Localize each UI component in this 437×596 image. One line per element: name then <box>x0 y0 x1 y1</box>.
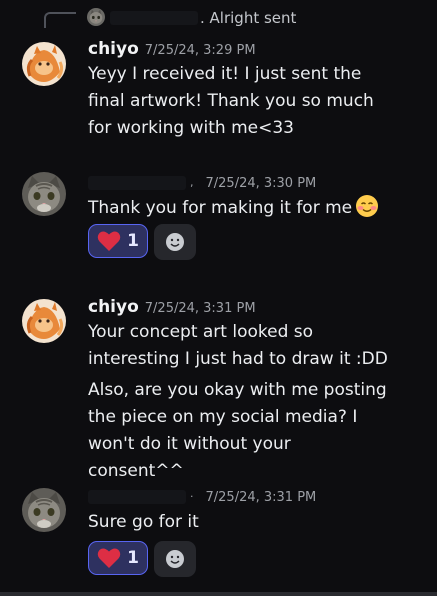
reply-connector <box>44 12 76 28</box>
username-redacted[interactable] <box>88 175 186 190</box>
cat-avatar-icon <box>22 488 66 532</box>
reaction-count: 1 <box>127 548 139 568</box>
reaction-count: 1 <box>127 231 139 251</box>
cat-avatar-icon <box>87 8 105 26</box>
message-text: Sure go for it <box>88 512 199 532</box>
reaction-bar: 1 <box>88 541 196 577</box>
reply-username-redacted <box>110 11 198 25</box>
separator-mark: · <box>190 490 194 503</box>
avatar[interactable] <box>22 42 66 86</box>
username[interactable]: chiyo <box>88 39 139 59</box>
message-text: Also, are you okay with me posting the p… <box>88 380 387 481</box>
avatar[interactable] <box>22 172 66 216</box>
reaction-bar: 1 <box>88 224 196 260</box>
add-emoji-icon <box>166 233 184 251</box>
heart-icon <box>97 231 121 251</box>
message-text: Thank you for making it for me <box>88 194 388 222</box>
heart-icon <box>97 548 121 568</box>
message-text: Your concept art looked so interesting I… <box>88 322 388 369</box>
smiling-face-emoji-icon <box>356 195 379 217</box>
message-header: chiyo 7/25/24, 3:31 PM <box>88 297 256 319</box>
username-redacted[interactable] <box>88 489 186 504</box>
reply-preview-text[interactable]: . Alright sent <box>200 9 296 27</box>
avatar[interactable] <box>22 488 66 532</box>
fox-avatar-icon <box>22 299 66 343</box>
message-header: · 7/25/24, 3:31 PM <box>88 486 316 508</box>
cat-avatar-icon <box>22 172 66 216</box>
message-header: chiyo 7/25/24, 3:29 PM <box>88 39 256 61</box>
separator-mark: , <box>190 176 194 189</box>
bottom-divider <box>0 592 437 596</box>
add-reaction-button[interactable] <box>154 224 196 260</box>
timestamp: 7/25/24, 3:29 PM <box>144 43 256 58</box>
fox-avatar-icon <box>22 42 66 86</box>
username[interactable]: chiyo <box>88 297 139 317</box>
add-emoji-icon <box>166 550 184 568</box>
timestamp: 7/25/24, 3:30 PM <box>205 176 317 191</box>
heart-reaction-button[interactable]: 1 <box>88 541 148 575</box>
add-reaction-button[interactable] <box>154 541 196 577</box>
reply-avatar[interactable] <box>87 8 105 26</box>
avatar[interactable] <box>22 299 66 343</box>
heart-reaction-button[interactable]: 1 <box>88 224 148 258</box>
message-text-content: Thank you for making it for me <box>88 198 353 218</box>
timestamp: 7/25/24, 3:31 PM <box>144 301 256 316</box>
message-header: , 7/25/24, 3:30 PM <box>88 172 316 194</box>
message-text: Yeyy I received it! I just sent the fina… <box>88 64 374 138</box>
timestamp: 7/25/24, 3:31 PM <box>205 490 317 505</box>
